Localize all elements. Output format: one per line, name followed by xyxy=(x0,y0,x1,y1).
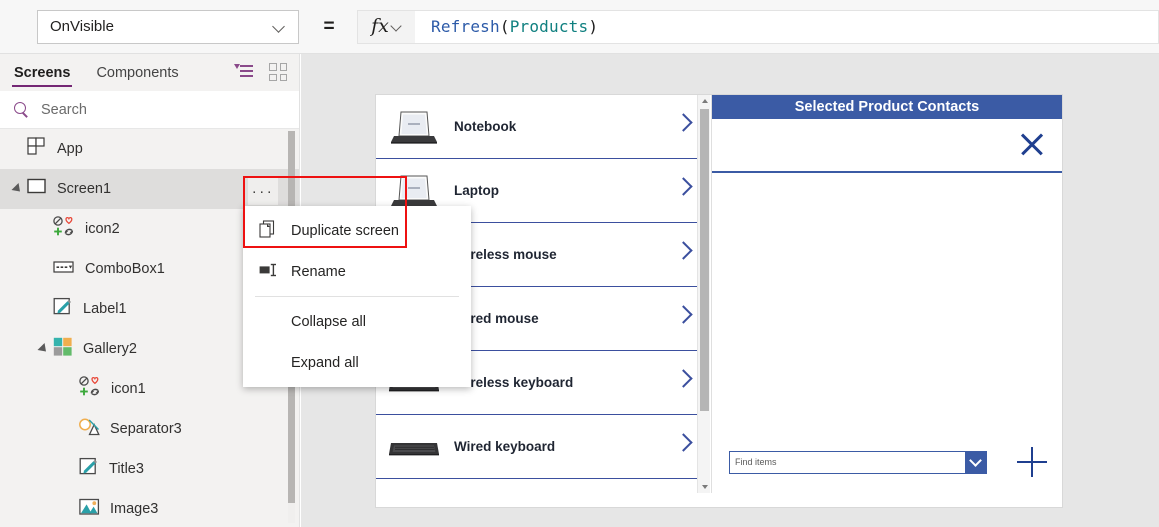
screen-icon xyxy=(27,178,47,201)
gallery-item-name: Wired keyboard xyxy=(454,439,556,454)
thumbnail-view-icon[interactable] xyxy=(269,63,287,81)
find-items-input[interactable]: Find items xyxy=(730,457,777,467)
scroll-up-arrow-icon[interactable] xyxy=(701,99,708,103)
laptop-photo xyxy=(386,106,442,148)
chevron-down-icon xyxy=(392,22,402,32)
tree-item-label: App xyxy=(57,141,83,157)
chevron-down-icon xyxy=(274,21,286,33)
tree-item-label: Screen1 xyxy=(57,181,112,197)
tree-item-separator3[interactable]: Separator3 xyxy=(0,409,299,449)
menu-item-expand-all-label: Expand all xyxy=(291,354,359,371)
tree-item-title3[interactable]: Title3 xyxy=(0,449,299,489)
fx-icon: fx xyxy=(371,15,389,37)
label-icon xyxy=(79,457,99,482)
menu-item-duplicate-screen[interactable]: Duplicate screen xyxy=(243,210,471,251)
menu-item-collapse-all[interactable]: Collapse all xyxy=(243,301,471,342)
tree-view-icon[interactable] xyxy=(234,63,253,80)
menu-item-rename[interactable]: Rename xyxy=(243,251,471,292)
formula-close-paren: ) xyxy=(588,17,599,36)
screen1-more-options-button[interactable]: ··· xyxy=(248,178,278,205)
keyboard-photo xyxy=(386,426,442,468)
add-contact-icon[interactable] xyxy=(1017,447,1047,477)
menu-item-rename-label: Rename xyxy=(291,263,346,280)
gallery-item-name: Laptop xyxy=(454,183,499,198)
label-icon xyxy=(53,297,73,322)
chevron-right-icon[interactable] xyxy=(677,436,690,449)
formula-open-paren: ( xyxy=(499,17,510,36)
gallery-scrollbar[interactable] xyxy=(697,95,710,493)
menu-item-expand-all[interactable]: Expand all xyxy=(243,342,471,383)
chevron-right-icon[interactable] xyxy=(677,244,690,257)
icons-icon xyxy=(79,376,101,402)
chevron-right-icon[interactable] xyxy=(677,308,690,321)
tree-item-app[interactable]: App xyxy=(0,129,299,169)
find-items-combobox[interactable]: Find items xyxy=(729,450,987,474)
expand-collapse-triangle-icon[interactable] xyxy=(37,342,50,356)
tab-screens-label: Screens xyxy=(14,64,71,81)
panel-contacts-list xyxy=(712,173,1062,433)
search-input[interactable]: Search xyxy=(41,102,87,118)
tree-item-label: Image3 xyxy=(110,501,159,517)
fx-dropdown-button[interactable]: fx xyxy=(357,9,415,44)
tab-components[interactable]: Components xyxy=(94,54,180,91)
panel-header-row xyxy=(712,119,1062,173)
sidebar-tabs: Screens Components xyxy=(0,54,299,91)
tree-item-label: Label1 xyxy=(83,301,127,317)
screen-context-menu: Duplicate screen Rename Collapse all Exp… xyxy=(243,206,471,387)
tree-item-label: Gallery2 xyxy=(83,341,137,357)
gallery-item[interactable]: Notebook xyxy=(376,95,710,159)
formula-input[interactable]: Refresh( Products ) xyxy=(415,9,1159,44)
panel-title: Selected Product Contacts xyxy=(712,95,1062,119)
tree-item-label: ComboBox1 xyxy=(85,261,165,277)
gallery-scrollbar-thumb[interactable] xyxy=(700,109,709,411)
property-select-value: OnVisible xyxy=(50,18,114,35)
tree-item-label: Title3 xyxy=(109,461,144,477)
separator-icon xyxy=(79,418,100,441)
tree-item-label: icon1 xyxy=(111,381,146,397)
formula-function-token: Refresh xyxy=(431,17,500,36)
equals-sign: = xyxy=(323,15,335,37)
menu-item-duplicate-screen-label: Duplicate screen xyxy=(291,222,399,239)
close-icon[interactable] xyxy=(1018,130,1046,158)
formula-table-token: Products xyxy=(509,17,589,36)
rename-icon xyxy=(259,263,279,281)
gallery-item-name: Wireless keyboard xyxy=(454,375,574,390)
gallery-item[interactable]: Wired keyboard xyxy=(376,415,710,479)
combobox-dropdown-button[interactable] xyxy=(965,451,986,473)
tree-item-image3[interactable]: Image3 xyxy=(0,489,299,525)
sidebar-scrollbar-thumb-lower[interactable] xyxy=(288,375,295,503)
panel-footer: Find items xyxy=(712,433,1062,491)
expand-collapse-triangle-icon[interactable] xyxy=(11,182,24,196)
search-box[interactable]: Search xyxy=(0,91,299,129)
search-icon xyxy=(14,102,29,117)
property-select[interactable]: OnVisible xyxy=(37,9,299,44)
view-toggle-group xyxy=(234,63,287,81)
chevron-right-icon[interactable] xyxy=(677,180,690,193)
menu-separator xyxy=(255,296,459,297)
tab-screens[interactable]: Screens xyxy=(12,54,73,91)
duplicate-icon xyxy=(259,219,279,242)
tree-item-label: Separator3 xyxy=(110,421,182,437)
chevron-right-icon[interactable] xyxy=(677,372,690,385)
image-icon xyxy=(79,498,100,521)
tree-item-label: icon2 xyxy=(85,221,120,237)
combobox-icon xyxy=(53,259,75,280)
chevron-right-icon[interactable] xyxy=(677,116,690,129)
screen1-preview: Notebook Laptop Wireless mouse Wired mouse W… xyxy=(376,95,1062,507)
formula-bar: OnVisible = fx Refresh( Products ) xyxy=(0,0,1159,54)
scroll-down-arrow-icon[interactable] xyxy=(701,485,708,489)
gallery-icon xyxy=(53,337,73,362)
menu-item-collapse-all-label: Collapse all xyxy=(291,313,366,330)
icons-icon xyxy=(53,216,75,242)
tab-components-label: Components xyxy=(96,64,179,81)
powerapps-studio-window: OnVisible = fx Refresh( Products ) Scree… xyxy=(0,0,1159,527)
selected-product-contacts-panel: Selected Product Contacts Find items xyxy=(711,95,1062,493)
app-icon xyxy=(27,136,47,162)
gallery-item-name: Notebook xyxy=(454,119,517,134)
